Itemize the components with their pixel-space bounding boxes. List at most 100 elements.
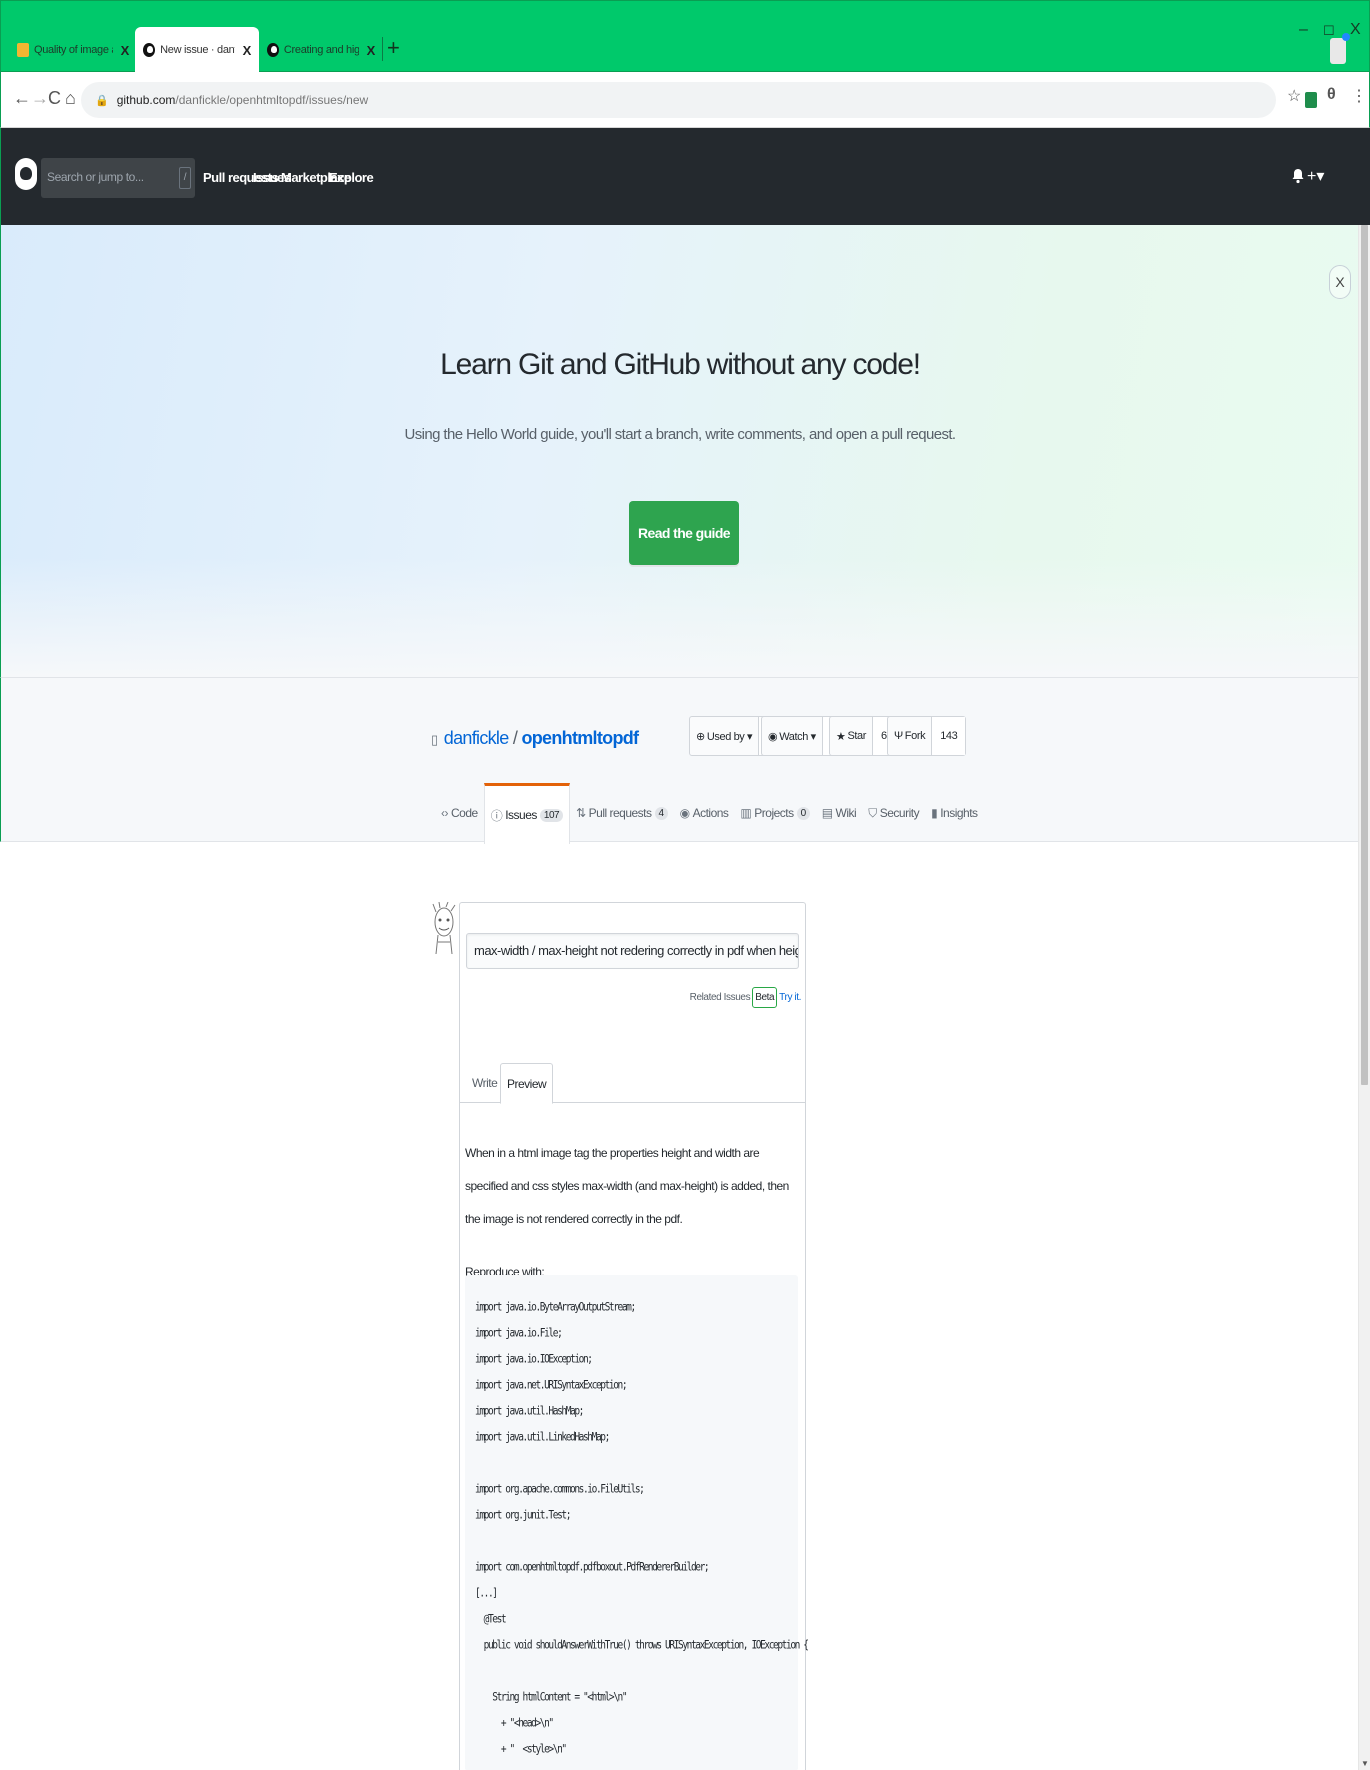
actions-icon: ◉ [679,806,690,820]
tab-label: Pull requests [588,806,652,820]
home-icon[interactable]: ⌂ [65,88,76,109]
tab-label: Security [879,806,920,820]
shield-icon: ⛉ [868,805,877,820]
reload-icon[interactable]: C [48,88,61,109]
extension-icon[interactable] [1305,92,1317,108]
tab-write[interactable]: Write [466,1063,503,1103]
close-icon[interactable]: X [1329,265,1351,299]
close-tab-icon[interactable]: X [243,43,252,58]
search-input[interactable]: Search or jump to... / [41,158,195,198]
graph-icon: ▮ [931,806,938,820]
bell-icon[interactable] [1292,168,1304,189]
bookmark-star-icon[interactable]: ☆ [1287,86,1301,106]
code-icon: ‹› [441,806,449,820]
repo-owner-link[interactable]: danfickle [444,728,509,748]
browser-menu-icon[interactable]: ⋮ [1351,86,1367,106]
repo-book-icon: ▯ [431,732,438,747]
projects-count: 0 [796,806,810,820]
repo-name-link[interactable]: openhtmltopdf [521,728,639,748]
code-line: import java.io.ByteArrayOutputStream; [475,1301,636,1315]
code-line: + "<head>\n" [475,1717,554,1731]
tab-label: Insights [940,806,978,820]
close-window-button[interactable]: X [1350,21,1361,39]
account-icon[interactable]: θ [1327,86,1336,104]
nav-explore[interactable]: Explore [329,170,374,185]
browser-tab-bar: Quality of image after resize ve X New i… [0,0,1370,73]
issue-title-field[interactable]: max-width / max-height not redering corr… [466,933,799,969]
tab-separator [382,37,383,61]
address-toolbar: ← → C ⌂ 🔒 github.com/danfickle/openhtmlt… [0,72,1370,128]
read-the-guide-button[interactable]: Read the guide [629,501,739,565]
eye-icon: ◉ [768,730,778,743]
tab-insights[interactable]: ▮ Insights [925,783,983,843]
tab-issues[interactable]: ⓘ Issues 107 [483,783,571,844]
code-line: import java.io.File; [475,1327,563,1341]
tab-wiki[interactable]: ▤ Wiki [816,783,863,843]
forward-arrow-icon[interactable]: → [31,88,49,109]
tab-title: Quality of image after resize ve [33,44,113,56]
issue-preview: When in a html image tag the properties … [465,1137,801,1289]
tab-label: Issues [505,808,537,822]
code-block: import java.io.ByteArrayOutputStream; imp… [465,1275,809,1770]
code-line: import java.util.LinkedHashMap; [475,1431,610,1445]
create-new-icon[interactable]: +▾ [1307,166,1324,186]
repo-header: ▯ danfickle / openhtmltopdf ⊕Used by ▾ 9… [0,677,1358,844]
tab-title: Creating and highlighting code [283,44,359,56]
lock-icon: 🔒 [95,94,109,107]
github-logo-icon[interactable] [15,158,37,190]
tab-label: Actions [692,806,729,820]
tab-code[interactable]: ‹› Code [435,783,484,843]
hero-title: Learn Git and GitHub without any code! [440,348,921,381]
avatar[interactable] [1330,38,1346,64]
search-shortcut-badge: / [179,167,191,189]
preview-paragraph: When in a html image tag the properties … [465,1146,789,1226]
scroll-down-arrow-icon[interactable]: ▼ [1361,1759,1369,1768]
browser-tab-2[interactable]: New issue · danfickle/openhtmlt X [135,27,259,73]
fork-button[interactable]: Ψ Fork 143 [887,716,967,756]
fork-count[interactable]: 143 [932,717,966,755]
github-header: Search or jump to... / Pull requests Iss… [0,128,1370,225]
notification-dot [1342,33,1350,41]
pull-requests-count: 4 [654,806,668,820]
issue-icon: ⓘ [490,808,503,823]
pull-request-icon: ⇅ [576,806,586,820]
code-line: import com.openhtmltopdf.pdfboxout.PdfRe… [475,1561,710,1575]
wiki-icon: ▤ [821,806,833,820]
tab-security[interactable]: ⛉ Security [862,783,925,843]
close-tab-icon[interactable]: X [121,43,130,58]
url-bar[interactable]: 🔒 github.com/danfickle/openhtmltopdf/iss… [81,82,1276,118]
back-arrow-icon[interactable]: ← [13,88,31,109]
page-scrollbar[interactable]: ▼ [1358,225,1370,1770]
tab-pull-requests[interactable]: ⇅ Pull requests 4 [570,783,674,843]
try-it-link[interactable]: Try it. [779,992,801,1003]
editor-tabs: Write Preview [460,1063,805,1104]
code-line: import java.util.HashMap; [475,1405,584,1419]
repo-title: ▯ danfickle / openhtmltopdf [431,728,639,749]
minimize-button[interactable]: – [1299,21,1308,39]
tab-label: Code [451,806,478,820]
url-path: /danfickle/openhtmltopdf/issues/new [175,93,369,107]
issues-count: 107 [539,808,564,822]
tab-title: New issue · danfickle/openhtmlt [160,44,235,56]
fork-label: Fork [904,730,926,742]
scrollbar-thumb[interactable] [1361,225,1368,1085]
search-placeholder: Search or jump to... [47,170,144,184]
tab-preview[interactable]: Preview [500,1063,554,1104]
package-icon: ⊕ [696,730,705,743]
browser-tab-3[interactable]: Creating and highlighting code X [259,27,383,73]
used-by-label: Used by ▾ [706,730,753,743]
maximize-button[interactable]: ☐ [1323,23,1335,39]
tab-projects[interactable]: ▥ Projects 0 [734,783,815,843]
related-issues: Related Issues Beta Try it. [690,987,801,1008]
github-icon [143,43,156,57]
star-label: Star [847,730,867,742]
tab-actions[interactable]: ◉ Actions [674,783,735,843]
new-tab-button[interactable]: + [387,35,400,61]
code-line: import org.junit.Test; [475,1509,571,1523]
user-avatar[interactable] [430,901,458,962]
close-tab-icon[interactable]: X [367,43,376,58]
browser-tab-1[interactable]: Quality of image after resize ve X [9,27,137,73]
code-line: String htmlContent = "<html>\n" [475,1691,627,1705]
watch-label: Watch ▾ [779,730,816,743]
star-icon: ★ [836,730,846,743]
